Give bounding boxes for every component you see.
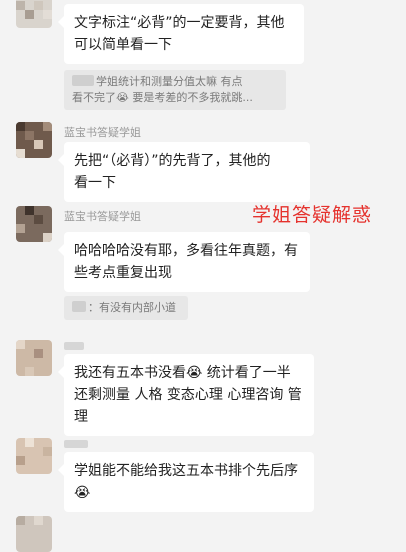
message-text: 哈哈哈哈没有耶，多看往年真题，有 [74,243,298,259]
overlay-caption: 学姐答疑解惑 [252,204,373,226]
message-text: 些考点重复出现 [74,265,172,281]
message-text: 可以简单看一下 [74,37,172,53]
sender-name-blurred [64,440,88,448]
message-text: 我还有五本书没看😭 统计看了一半 [74,365,291,381]
message-text: 还剩测量 人格 变态心理 心理咨询 管 [74,387,302,403]
quote-text: 学姐统计和测量分值太嘛 有点 [96,75,243,88]
message-bubble[interactable]: 先把“（必背）”的先背了，其他的 看一下 [58,142,310,202]
quote-text: 看不完了😭 要是考差的不多我就跳... [72,91,253,104]
message-bubble[interactable]: 我还有五本书没看😭 统计看了一半 还剩测量 人格 变态心理 心理咨询 管 理 [58,354,314,436]
avatar[interactable] [16,0,52,28]
sender-name-blurred [64,342,84,350]
avatar[interactable] [16,438,52,474]
message-text: 理 [74,409,88,425]
message-text: 学姐能不能给我这五本书排个先后序 [74,463,298,479]
sender-name: 蓝宝书答疑学姐 [64,210,141,223]
avatar[interactable] [16,516,52,552]
message-text: 文字标注“必背”的一定要背，其他 [74,15,285,31]
quoted-message[interactable]: ：有没有内部小道 [64,296,188,320]
avatar[interactable] [16,122,52,158]
blurred-name [72,75,94,86]
avatar[interactable] [16,206,52,242]
quote-text: ：有没有内部小道 [88,301,176,314]
message-text: 看一下 [74,175,116,191]
quoted-message[interactable]: 学姐统计和测量分值太嘛 有点 看不完了😭 要是考差的不多我就跳... [64,70,286,110]
message-bubble[interactable]: 学姐能不能给我这五本书排个先后序 😭 [58,452,314,512]
avatar[interactable] [16,340,52,376]
message-bubble[interactable]: 文字标注“必背”的一定要背，其他 可以简单看一下 [58,4,304,64]
blurred-name [72,301,86,312]
message-text: 先把“（必背）”的先背了，其他的 [74,153,271,169]
message-bubble[interactable]: 哈哈哈哈没有耶，多看往年真题，有 些考点重复出现 [58,232,310,292]
sender-name: 蓝宝书答疑学姐 [64,126,141,139]
message-text: 😭 [74,485,91,501]
